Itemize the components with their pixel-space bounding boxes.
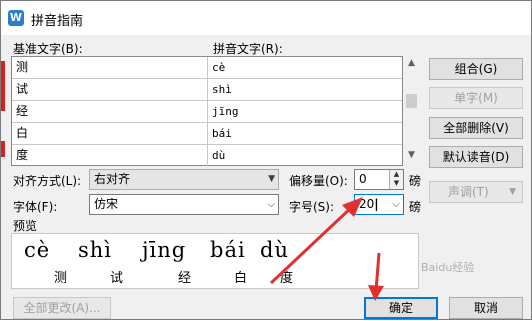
cancel-button[interactable]: 取消: [449, 297, 523, 319]
font-value: 仿宋: [94, 197, 119, 211]
pinyin-cell[interactable]: shì: [208, 79, 402, 101]
window-title: 拼音指南: [31, 14, 84, 29]
base-cell[interactable]: 度: [12, 145, 208, 167]
align-value: 右对齐: [94, 172, 131, 186]
base-text-label: 基准文字(B):: [13, 42, 83, 56]
pinyin-text-label: 拼音文字(R):: [213, 42, 283, 56]
chevron-down-icon: ⌵: [267, 199, 275, 210]
preview-label: 预览: [13, 219, 38, 233]
default-reading-button[interactable]: 默认读音(D): [429, 146, 523, 168]
pinyin-cell[interactable]: bái: [208, 123, 402, 145]
title-bar: W 拼音指南: [1, 1, 531, 35]
preview-hanzi: 测: [54, 271, 68, 286]
pinyin-cell[interactable]: jīng: [208, 101, 402, 123]
offset-spinner[interactable]: 0 ▲ ▼: [354, 169, 404, 190]
red-edge-mark: [1, 141, 5, 157]
offset-value: 0: [359, 172, 367, 186]
preview-hanzi: 试: [110, 271, 124, 286]
preview-pinyin: jīng: [142, 238, 187, 262]
base-cell[interactable]: 经: [12, 101, 208, 123]
preview-hanzi: 经: [178, 271, 192, 286]
grid-scrollbar[interactable]: ▲ ▼: [403, 56, 420, 166]
red-edge-mark: [1, 61, 5, 111]
pinyin-cell[interactable]: dù: [208, 145, 402, 167]
size-select[interactable]: 20| ⌵: [354, 194, 404, 215]
scroll-down-icon[interactable]: ▼: [403, 148, 420, 162]
chevron-down-icon: ⌵: [392, 199, 400, 210]
delete-all-button[interactable]: 全部删除(V): [429, 117, 523, 139]
scroll-thumb[interactable]: [406, 94, 417, 108]
align-label: 对齐方式(L):: [13, 174, 82, 188]
preview-pinyin: dù: [260, 238, 289, 262]
size-unit: 磅: [409, 200, 422, 214]
single-char-button[interactable]: 单字(M): [429, 87, 523, 109]
pinyin-cell[interactable]: cè: [208, 57, 402, 79]
preview-box: cè shì jīng bái dù 测 试 经 白 度: [11, 233, 419, 289]
ok-button[interactable]: 确定: [364, 297, 438, 319]
font-label: 字体(F):: [13, 200, 58, 214]
spin-up-icon[interactable]: ▲: [390, 170, 403, 179]
tone-button[interactable]: 声调(T) ▼: [429, 181, 523, 203]
pinyin-grid: 测 cè 试 shì 经 jīng 白 bái 度 dù: [11, 56, 403, 167]
tone-button-label: 声调(T): [448, 185, 489, 199]
spin-down-icon[interactable]: ▼: [390, 179, 403, 188]
preview-hanzi: 度: [280, 271, 294, 286]
offset-unit: 磅: [409, 174, 422, 188]
dropdown-icon: ▼: [268, 174, 275, 184]
base-cell[interactable]: 白: [12, 123, 208, 145]
align-select[interactable]: 右对齐 ▼: [89, 169, 279, 190]
preview-pinyin: shì: [78, 238, 113, 262]
base-cell[interactable]: 测: [12, 57, 208, 79]
offset-label: 偏移量(O):: [289, 174, 348, 188]
font-select[interactable]: 仿宋 ⌵: [89, 194, 279, 215]
dropdown-icon: ▼: [509, 187, 516, 197]
size-value: 20: [359, 197, 375, 211]
combine-button[interactable]: 组合(G): [429, 58, 523, 80]
offset-spin-buttons[interactable]: ▲ ▼: [389, 170, 403, 189]
pinyin-guide-dialog: W 拼音指南 基准文字(B): 拼音文字(R): 测 cè 试 shì 经 jī…: [0, 0, 532, 320]
preview-hanzi: 白: [234, 271, 248, 286]
preview-pinyin: bái: [210, 238, 246, 262]
base-cell[interactable]: 试: [12, 79, 208, 101]
change-all-button[interactable]: 全部更改(A)...: [13, 297, 111, 319]
preview-pinyin: cè: [24, 238, 51, 262]
wps-app-icon: W: [8, 10, 24, 26]
size-label: 字号(S):: [289, 200, 335, 214]
scroll-up-icon[interactable]: ▲: [403, 56, 420, 70]
watermark: Baidu经验: [421, 261, 475, 274]
